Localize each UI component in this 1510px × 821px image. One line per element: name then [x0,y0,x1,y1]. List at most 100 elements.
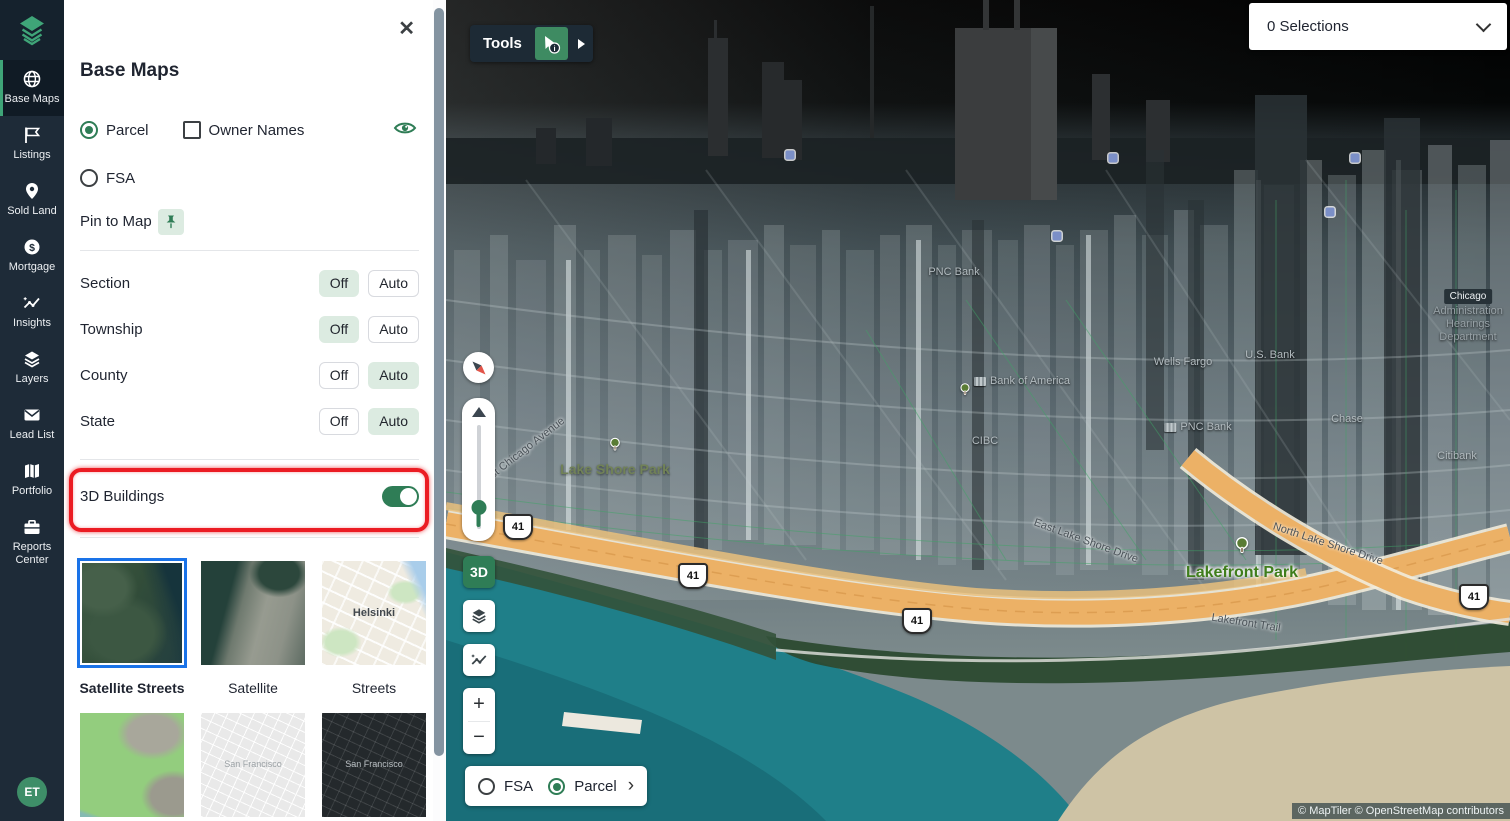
pitch-slider-thumb[interactable] [471,500,486,515]
tools-menu[interactable]: Tools i [470,25,593,62]
zoom-in-button[interactable]: + [463,688,495,721]
globe-icon [22,69,42,89]
pitch-slider-track[interactable] [477,425,481,529]
sidebar-item-layers[interactable]: Layers [0,340,64,396]
selections-label: 0 Selections [1267,18,1349,35]
user-avatar[interactable]: ET [17,777,47,807]
county-off-button[interactable]: Off [319,362,359,389]
light-thumbnail[interactable]: San Francisco [198,710,308,820]
state-row: State Off Auto [80,407,419,435]
basemap-label: Satellite Streets [79,680,184,696]
app-logo[interactable] [0,0,64,60]
folded-map-icon [22,461,42,481]
svg-text:i: i [554,44,556,53]
parcel-radio[interactable] [80,121,98,139]
zoom-controls: + − [463,688,495,754]
parcel-fsa-toggle[interactable]: FSA Parcel › [465,766,647,806]
pin-to-map-label: Pin to Map [80,213,152,230]
pin-to-map-row: Pin to Map [80,213,152,230]
sidebar-item-label: Base Maps [4,93,59,106]
section-label: Section [80,275,130,292]
fsa-radio[interactable] [80,169,98,187]
sidebar-item-mortgage[interactable]: $ Mortgage [0,228,64,284]
section-off-button[interactable]: Off [319,270,359,297]
selections-dropdown[interactable]: 0 Selections [1249,3,1507,50]
basemap-thumbnails-row1: Satellite Streets Satellite Helsinki Str… [77,558,429,696]
sidebar-item-sold-land[interactable]: Sold Land [0,172,64,228]
township-label: Township [80,321,143,338]
basemap-label: Streets [352,680,396,696]
basemap-thumbnails-row2: San Francisco San Francisco [77,710,429,820]
compass-needle-icon [467,356,491,380]
pin-to-map-button[interactable] [158,209,184,235]
map-pin-icon [22,181,42,201]
state-label: State [80,413,115,430]
tools-expand-button[interactable] [571,39,593,49]
dollar-icon: $ [22,237,42,257]
flag-icon [22,125,42,145]
map-view[interactable]: 41414141Lake Shore ParkLakefront ParkPNC… [446,0,1510,821]
outdoors-thumbnail[interactable] [77,710,187,820]
pitch-slider[interactable] [462,398,495,541]
parcel-radio-row: Parcel Owner Names [80,121,304,139]
township-off-button[interactable]: Off [319,316,359,343]
sidebar-item-insights[interactable]: Insights [0,284,64,340]
fsa-radio-row: FSA [80,169,135,187]
basemap-option-satellite: Satellite [198,558,308,696]
section-auto-button[interactable]: Auto [368,270,419,297]
sidebar-item-label: Reports Center [2,541,62,567]
parcel-radio-label: Parcel [106,122,149,139]
sidebar-item-label: Layers [15,373,48,386]
chevron-right-icon: › [628,781,634,791]
panel-scrollbar-thumb[interactable] [434,8,444,756]
sidebar-item-label: Sold Land [7,205,57,218]
basemap-option-satellite-streets: Satellite Streets [77,558,187,696]
dark-thumbnail[interactable]: San Francisco [319,710,429,820]
brand-logo-icon [14,12,50,48]
sidebar-item-portfolio[interactable]: Portfolio [0,452,64,508]
state-auto-button[interactable]: Auto [368,408,419,435]
satellite-streets-thumbnail[interactable] [77,558,187,668]
panel-title: Base Maps [80,60,179,82]
base-maps-panel: ✕ Base Maps Parcel Owner Names FSA Pin t… [64,0,433,821]
eye-icon[interactable] [393,120,417,142]
thumbnail-inner-text: San Francisco [322,759,426,769]
county-auto-button[interactable]: Auto [368,362,419,389]
county-row: County Off Auto [80,361,419,389]
sidebar-item-label: Listings [13,149,50,162]
owner-names-checkbox[interactable] [183,121,201,139]
township-auto-button[interactable]: Auto [368,316,419,343]
parcel-map-radio[interactable] [548,778,565,795]
sidebar: Base Maps Listings Sold Land $ Mortgage [0,0,64,821]
sidebar-item-lead-list[interactable]: Lead List [0,396,64,452]
sidebar-item-label: Lead List [10,429,55,442]
layers-icon [470,607,488,625]
sidebar-item-base-maps[interactable]: Base Maps [0,60,64,116]
mountain-icon [472,407,486,417]
3d-buildings-toggle[interactable] [382,486,419,507]
cursor-info-icon: i [540,33,562,55]
zoom-out-button[interactable]: − [463,722,495,755]
panel-scrollbar [433,0,446,821]
section-row: Section Off Auto [80,269,419,297]
map-layers-button[interactable] [463,600,495,632]
divider [80,537,419,538]
fsa-map-label: FSA [504,778,533,795]
streets-thumbnail[interactable]: Helsinki [319,558,429,668]
state-off-button[interactable]: Off [319,408,359,435]
3d-mode-button[interactable]: 3D [463,556,495,588]
chevron-right-icon [578,39,585,49]
select-tool-button[interactable]: i [535,27,568,60]
satellite-thumbnail[interactable] [198,558,308,668]
map-attribution: © MapTiler © OpenStreetMap contributors [1292,803,1510,819]
fsa-map-radio[interactable] [478,778,495,795]
sidebar-item-listings[interactable]: Listings [0,116,64,172]
compass-button[interactable] [463,352,494,383]
sidebar-item-reports-center[interactable]: Reports Center [0,508,64,577]
map-canvas [446,0,1510,821]
township-row: Township Off Auto [80,315,419,343]
chevron-down-icon [1476,17,1492,33]
close-icon[interactable]: ✕ [398,16,415,41]
draw-line-tool-button[interactable] [463,644,495,676]
trend-icon [22,293,42,313]
